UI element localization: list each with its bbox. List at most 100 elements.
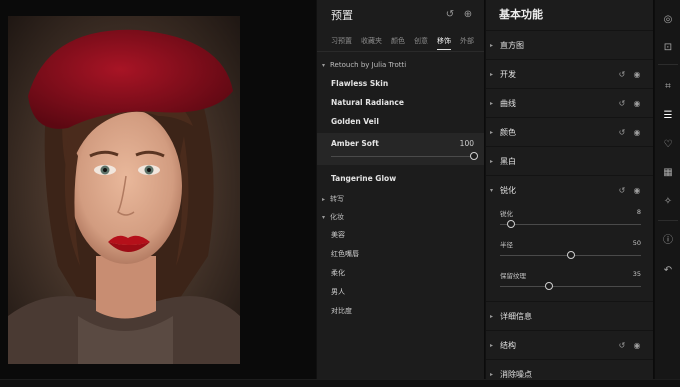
slider-knob[interactable] <box>566 251 575 259</box>
undo-icon[interactable]: ↶ <box>659 262 677 280</box>
info-icon[interactable]: ⓘ <box>659 232 677 250</box>
adjustments-panel: 基本功能 ▸ 直方图 ▸ 开发 ↺ ◉ ▸ 曲线 ↺ ◉ ▸ 颜色 ↺ ◉ ▸ 黑白 ▾ 锐化 ↺ ◉ 锐化 8 半径 50 保… <box>485 0 653 387</box>
triangle-right-icon: ▸ <box>490 128 494 136</box>
triangle-down-icon: ▾ <box>490 186 494 194</box>
adjust-slider[interactable] <box>500 251 641 261</box>
presets-icon[interactable]: ◎ <box>659 11 677 29</box>
section-header[interactable]: ▸ 曲线 ↺ ◉ <box>486 88 653 117</box>
preset-item[interactable]: 红色嘴唇 <box>317 245 484 264</box>
section-label: 锐化 <box>500 185 516 195</box>
portrait-illustration <box>8 16 240 364</box>
sharpen-controls: 锐化 8 半径 50 保留纹理 35 <box>486 204 653 301</box>
adjust-icon[interactable]: ☰ <box>659 107 677 125</box>
eye-icon[interactable]: ◉ <box>631 70 643 79</box>
reset-icon[interactable]: ↺ <box>616 99 628 108</box>
section-label: 消除噪点 <box>500 369 532 379</box>
triangle-down-icon: ▾ <box>322 213 326 221</box>
eye-icon[interactable]: ◉ <box>631 186 643 195</box>
section-label: 直方图 <box>500 40 524 50</box>
reset-icon[interactable]: ↺ <box>616 70 628 79</box>
presets-panel: 预置 ↺ ⊕ 习预置 收藏夹 颜色 创意 移饰 外部 ▾ Retouch by … <box>316 0 484 387</box>
selected-preset-name: Amber Soft <box>331 139 379 148</box>
triangle-down-icon: ▾ <box>322 61 326 69</box>
section-label: 开发 <box>500 69 516 79</box>
reset-icon[interactable]: ↺ <box>616 128 628 137</box>
slider-track <box>500 286 641 287</box>
slider-knob[interactable] <box>470 152 478 160</box>
tool-strip: ◎ ⊡ ⌗ ☰ ♡ ▦ ✧ ⓘ ↶ <box>654 0 680 387</box>
eye-icon[interactable]: ◉ <box>631 341 643 350</box>
slider-knob[interactable] <box>545 282 554 290</box>
preset-item[interactable]: 对比度 <box>317 302 484 321</box>
slider-label: 锐化 <box>500 210 513 218</box>
section-header[interactable]: ▸ 开发 ↺ ◉ <box>486 59 653 88</box>
preset-group-transfer[interactable]: ▸ 转写 <box>317 190 484 208</box>
tab-retouch[interactable]: 移饰 <box>437 30 451 51</box>
section-header[interactable]: ▸ 直方图 <box>486 30 653 59</box>
section-label: 颜色 <box>500 127 516 137</box>
eye-icon[interactable]: ◉ <box>631 99 643 108</box>
preset-amount-slider[interactable] <box>331 152 478 162</box>
reset-icon[interactable]: ↺ <box>616 341 628 350</box>
tool-divider <box>658 220 678 221</box>
slider-track <box>500 224 641 225</box>
triangle-right-icon: ▸ <box>490 41 494 49</box>
slider-label: 保留纹理 <box>500 272 526 280</box>
adjust-slider[interactable] <box>500 220 641 230</box>
section-label: 曲线 <box>500 98 516 108</box>
presets-title: 预置 <box>331 9 353 22</box>
portrait-photo[interactable] <box>8 16 240 364</box>
tab-external[interactable]: 外部 <box>460 30 474 51</box>
grid-icon[interactable]: ▦ <box>659 164 677 182</box>
section-header[interactable]: ▸ 结构 ↺ ◉ <box>486 330 653 359</box>
adjust-slider[interactable] <box>500 282 641 292</box>
eye-icon[interactable]: ◉ <box>631 128 643 137</box>
triangle-right-icon: ▸ <box>490 157 494 165</box>
preset-group-label: 化妆 <box>330 213 344 221</box>
section-header[interactable]: ▸ 颜色 ↺ ◉ <box>486 117 653 146</box>
tab-favorites[interactable]: 收藏夹 <box>361 30 382 51</box>
triangle-right-icon: ▸ <box>490 341 494 349</box>
preset-item[interactable]: Tangerine Glow <box>317 169 484 188</box>
tab-creative[interactable]: 创意 <box>414 30 428 51</box>
bottom-bar <box>0 379 680 387</box>
refresh-icon[interactable]: ↺ <box>444 9 456 21</box>
adjustment-sections: ▸ 直方图 ▸ 开发 ↺ ◉ ▸ 曲线 ↺ ◉ ▸ 颜色 ↺ ◉ ▸ 黑白 ▾ 锐化 ↺ ◉ 锐化 8 半径 50 保留纹理 35… <box>486 30 653 387</box>
preset-item[interactable]: Flawless Skin <box>317 74 484 93</box>
section-header[interactable]: ▸ 详细信息 <box>486 301 653 330</box>
preset-item-selected[interactable]: Amber Soft 100 <box>317 133 484 165</box>
preset-item[interactable]: 美容 <box>317 226 484 245</box>
triangle-right-icon: ▸ <box>490 370 494 378</box>
mask-icon[interactable]: ⊡ <box>659 39 677 57</box>
triangle-right-icon: ▸ <box>322 195 326 203</box>
tool-divider <box>658 64 678 65</box>
preset-group-makeup[interactable]: ▾ 化妆 <box>317 208 484 226</box>
section-header[interactable]: ▸ 黑白 <box>486 146 653 175</box>
selected-preset-amount: 100 <box>459 139 474 148</box>
add-preset-icon[interactable]: ⊕ <box>462 9 474 21</box>
triangle-right-icon: ▸ <box>490 99 494 107</box>
preset-group-label: 转写 <box>330 195 344 203</box>
preset-tabs: 习预置 收藏夹 颜色 创意 移饰 外部 <box>317 30 484 52</box>
preset-group-label: Retouch by Julia Trotti <box>330 61 407 69</box>
preset-item[interactable]: 柔化 <box>317 264 484 283</box>
crop-icon[interactable]: ⌗ <box>659 78 677 96</box>
preset-item[interactable]: Golden Veil <box>317 112 484 131</box>
triangle-right-icon: ▸ <box>490 70 494 78</box>
preset-group-retouch[interactable]: ▾ Retouch by Julia Trotti <box>317 56 484 74</box>
slider-row: 半径 50 <box>500 235 641 266</box>
triangle-right-icon: ▸ <box>490 312 494 320</box>
slider-value: 8 <box>636 208 641 216</box>
slider-value: 35 <box>632 270 641 278</box>
preset-item[interactable]: Natural Radiance <box>317 93 484 112</box>
heal-icon[interactable]: ♡ <box>659 136 677 154</box>
tab-color[interactable]: 颜色 <box>391 30 405 51</box>
slider-knob[interactable] <box>507 220 516 228</box>
section-label: 黑白 <box>500 156 516 166</box>
reset-icon[interactable]: ↺ <box>616 186 628 195</box>
ai-icon[interactable]: ✧ <box>659 193 677 211</box>
slider-label: 半径 <box>500 241 513 249</box>
section-header[interactable]: ▾ 锐化 ↺ ◉ <box>486 175 653 204</box>
preset-item[interactable]: 男人 <box>317 283 484 302</box>
tab-my-presets[interactable]: 习预置 <box>331 30 352 51</box>
